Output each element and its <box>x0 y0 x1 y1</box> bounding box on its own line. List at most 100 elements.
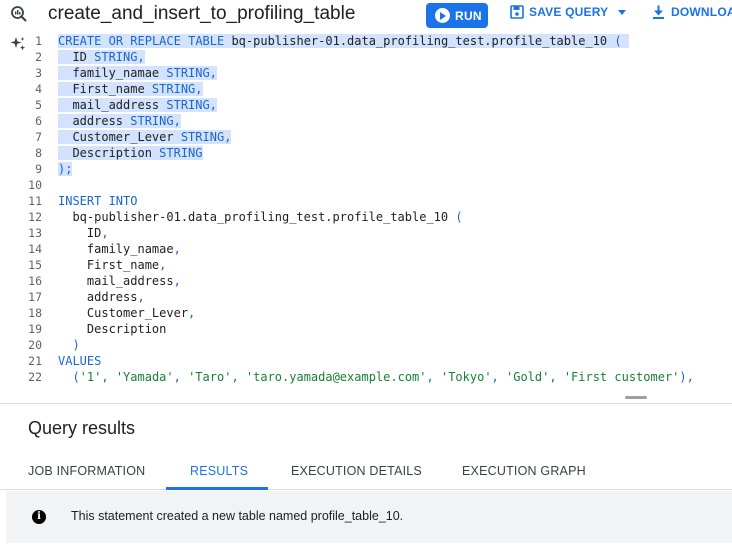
download-label: DOWNLOA <box>671 5 732 19</box>
download-button[interactable]: DOWNLOA <box>652 5 732 19</box>
code-text: address STRING, <box>58 113 181 129</box>
code-token: , <box>209 98 217 112</box>
code-token: , <box>426 370 441 384</box>
search-query-icon <box>11 6 27 22</box>
code-token: First_name <box>58 258 160 272</box>
line-number: 2 <box>35 50 42 64</box>
active-tab-indicator <box>166 487 268 490</box>
code-line[interactable]: 2 ID STRING, <box>0 49 732 65</box>
code-line[interactable]: 1 CREATE OR REPLACE TABLE bq-publisher-01… <box>0 33 732 49</box>
code-line[interactable]: 15 First_name, <box>0 257 732 273</box>
code-line[interactable]: 5 mail_address STRING, <box>0 97 732 113</box>
code-line[interactable]: 11 INSERT INTO <box>0 193 732 209</box>
code-text: family_namae STRING, <box>58 65 217 81</box>
code-text: Description STRING <box>58 145 203 161</box>
info-message: This statement created a new table named… <box>71 509 404 523</box>
query-title[interactable]: create_and_insert_to_profiling_table <box>48 3 355 25</box>
code-token: ), <box>679 370 694 384</box>
save-icon <box>510 5 524 19</box>
code-text: mail_address, <box>58 273 181 289</box>
code-token: First_name <box>58 82 152 96</box>
code-text: Description <box>58 321 166 337</box>
run-button[interactable]: RUN <box>426 3 488 28</box>
code-line[interactable]: 8 Description STRING <box>0 145 732 161</box>
code-text: Customer_Lever STRING, <box>58 129 232 145</box>
code-text: address, <box>58 289 145 305</box>
code-line[interactable]: 20 ) <box>0 337 732 353</box>
code-line[interactable]: 16 mail_address, <box>0 273 732 289</box>
code-line[interactable]: 9); <box>0 161 732 177</box>
code-text: VALUES <box>58 353 101 369</box>
code-line[interactable]: 21 VALUES <box>0 353 732 369</box>
code-token: 'taro.yamada@example.com' <box>245 370 427 384</box>
code-token: ); <box>58 162 73 176</box>
tab-job-information[interactable]: JOB INFORMATION <box>28 464 145 478</box>
code-token: ( <box>614 34 622 48</box>
line-number: 1 <box>35 34 42 48</box>
code-line[interactable]: 18 Customer_Lever, <box>0 305 732 321</box>
code-line[interactable]: 6 address STRING, <box>0 113 732 129</box>
code-text: ); <box>58 161 73 177</box>
line-number: 17 <box>28 290 42 304</box>
code-token: OR <box>108 34 124 48</box>
code-text: Customer_Lever, <box>58 305 195 321</box>
results-tabs: JOB INFORMATION RESULTS EXECUTION DETAIL… <box>0 453 732 490</box>
code-token: STRING <box>94 50 138 64</box>
line-number: 20 <box>28 338 42 352</box>
code-token: Description <box>58 146 160 160</box>
editor-resize-handle[interactable] <box>625 396 647 399</box>
code-text: ID STRING, <box>58 49 145 65</box>
code-token: family_namae <box>58 66 167 80</box>
line-number: 10 <box>28 178 42 192</box>
code-line[interactable]: 22 ('1', 'Yamada', 'Taro', 'taro.yamada@… <box>0 369 732 385</box>
tab-execution-details[interactable]: EXECUTION DETAILS <box>291 464 422 478</box>
code-line[interactable]: 12 bq-publisher-01.data_profiling_test.p… <box>0 209 732 225</box>
line-number: 6 <box>35 114 42 128</box>
code-token: , <box>101 226 109 240</box>
line-number: 19 <box>28 322 42 336</box>
code-token: Description <box>58 322 167 336</box>
code-line[interactable]: 10 <box>0 177 732 193</box>
line-number: 12 <box>28 210 42 224</box>
code-line[interactable]: 3 family_namae STRING, <box>0 65 732 81</box>
code-line[interactable]: 19 Description <box>0 321 732 337</box>
code-text: ('1', 'Yamada', 'Taro', 'taro.yamada@exa… <box>58 369 694 385</box>
code-line[interactable]: 14 family_namae, <box>0 241 732 257</box>
code-token: , <box>137 290 145 304</box>
code-line[interactable]: 7 Customer_Lever STRING, <box>0 129 732 145</box>
code-token: , <box>231 370 246 384</box>
tab-results[interactable]: RESULTS <box>190 464 248 478</box>
sql-editor[interactable]: 1 CREATE OR REPLACE TABLE bq-publisher-01… <box>0 31 732 401</box>
code-token: 'First customer' <box>563 370 680 384</box>
code-token: , <box>159 258 167 272</box>
line-number: 15 <box>28 258 42 272</box>
line-number: 13 <box>28 226 42 240</box>
code-text: family_namae, <box>58 241 181 257</box>
code-token: address <box>58 114 131 128</box>
code-text: ) <box>58 337 79 353</box>
chevron-down-icon[interactable] <box>618 9 627 15</box>
line-number: 9 <box>35 162 42 176</box>
code-token: TABLE <box>188 34 225 48</box>
code-token: STRING <box>166 66 210 80</box>
line-number: 11 <box>28 194 42 208</box>
code-token: bq-publisher-01.data_profiling_test.prof… <box>224 34 615 48</box>
code-token: , <box>224 130 232 144</box>
code-line[interactable]: 17 address, <box>0 289 732 305</box>
code-token: VALUES <box>58 354 102 368</box>
code-line[interactable]: 4 First_name STRING, <box>0 81 732 97</box>
code-token: mail_address <box>58 274 174 288</box>
code-line[interactable]: 13 ID, <box>0 225 732 241</box>
code-token: 'Taro' <box>188 370 232 384</box>
panel-divider <box>0 403 732 404</box>
code-token: , <box>491 370 506 384</box>
tab-execution-graph[interactable]: EXECUTION GRAPH <box>462 464 586 478</box>
save-query-button[interactable]: SAVE QUERY <box>510 5 627 19</box>
code-token: , <box>101 370 116 384</box>
code-token: 'Gold' <box>506 370 550 384</box>
code-token: , <box>173 370 189 384</box>
code-token: , <box>137 50 145 64</box>
code-token: STRING <box>159 146 203 160</box>
line-number: 8 <box>35 146 42 160</box>
code-text: First_name STRING, <box>58 81 203 97</box>
